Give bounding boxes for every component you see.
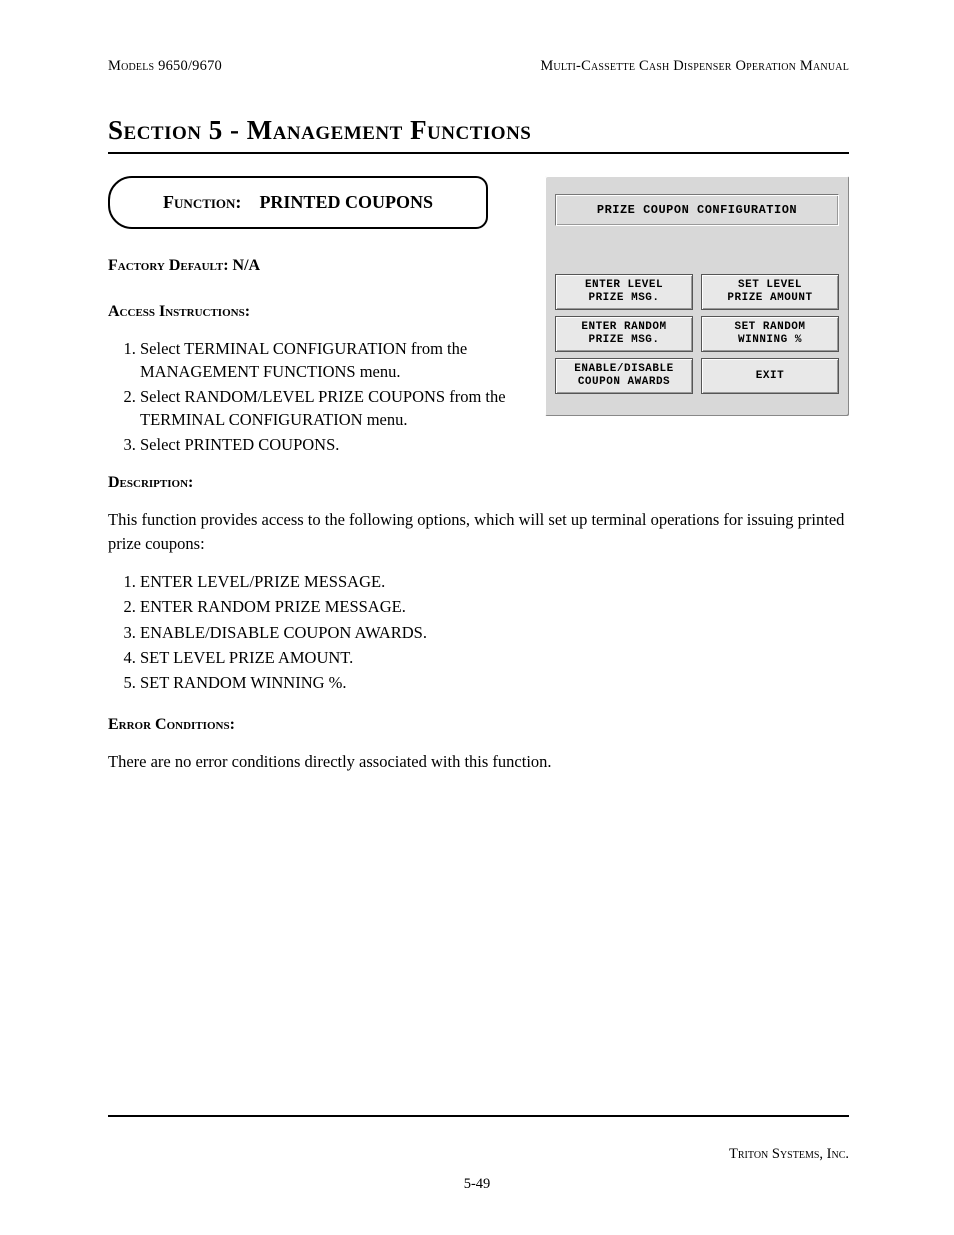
- factory-default-value: N/A: [233, 257, 261, 274]
- description-option: ENTER RANDOM PRIZE MESSAGE.: [140, 595, 849, 618]
- terminal-screenshot: PRIZE COUPON CONFIGURATION ENTER LEVEL P…: [545, 176, 849, 416]
- screen-button-set-random-winning-pct[interactable]: SET RANDOM WINNING %: [701, 316, 839, 352]
- access-step: Select TERMINAL CONFIGURATION from the M…: [140, 337, 528, 383]
- running-header: Models 9650/9670 Multi-Cassette Cash Dis…: [108, 58, 849, 75]
- description-option: SET LEVEL PRIZE AMOUNT.: [140, 646, 849, 669]
- screen-button-grid: ENTER LEVEL PRIZE MSG. SET LEVEL PRIZE A…: [555, 274, 839, 394]
- error-text: There are no error conditions directly a…: [108, 750, 849, 774]
- description-option: SET RANDOM WINNING %.: [140, 671, 849, 694]
- access-steps-list: Select TERMINAL CONFIGURATION from the M…: [108, 337, 528, 456]
- footer-rule: [108, 1115, 849, 1117]
- error-label: Error Conditions:: [108, 716, 849, 734]
- screen-button-enable-disable-coupon-awards[interactable]: ENABLE/DISABLE COUPON AWARDS: [555, 358, 693, 394]
- header-right: Multi-Cassette Cash Dispenser Operation …: [540, 58, 849, 75]
- description-label: Description:: [108, 474, 849, 492]
- description-option: ENABLE/DISABLE COUPON AWARDS.: [140, 621, 849, 644]
- screen-button-enter-random-prize-msg[interactable]: ENTER RANDOM PRIZE MSG.: [555, 316, 693, 352]
- description-option: ENTER LEVEL/PRIZE MESSAGE.: [140, 570, 849, 593]
- section-title: Section 5 - Management Functions: [108, 115, 849, 146]
- function-value: PRINTED COUPONS: [259, 192, 433, 212]
- factory-default-label: Factory Default:: [108, 257, 229, 274]
- page-number: 5-49: [0, 1176, 954, 1193]
- screen-title: PRIZE COUPON CONFIGURATION: [555, 194, 839, 226]
- nbsp: [246, 192, 255, 212]
- content-wrap: Function: PRINTED COUPONS Factory Defaul…: [108, 176, 849, 456]
- title-rule: [108, 152, 849, 154]
- document-page: Models 9650/9670 Multi-Cassette Cash Dis…: [0, 0, 954, 1235]
- description-text: This function provides access to the fol…: [108, 508, 849, 556]
- access-step: Select PRINTED COUPONS.: [140, 433, 528, 456]
- description-options-list: ENTER LEVEL/PRIZE MESSAGE. ENTER RANDOM …: [108, 570, 849, 693]
- function-label: Function:: [163, 192, 241, 212]
- left-column: Factory Default: N/A Access Instructions…: [108, 257, 528, 456]
- screen-button-exit[interactable]: EXIT: [701, 358, 839, 394]
- footer-company: Triton Systems, Inc.: [729, 1146, 849, 1163]
- screen-button-enter-level-prize-msg[interactable]: ENTER LEVEL PRIZE MSG.: [555, 274, 693, 310]
- function-box: Function: PRINTED COUPONS: [108, 176, 488, 229]
- access-step: Select RANDOM/LEVEL PRIZE COUPONS from t…: [140, 385, 528, 431]
- factory-default-line: Factory Default: N/A: [108, 257, 528, 275]
- access-label: Access Instructions:: [108, 303, 528, 321]
- screen-button-set-level-prize-amount[interactable]: SET LEVEL PRIZE AMOUNT: [701, 274, 839, 310]
- header-left: Models 9650/9670: [108, 58, 222, 75]
